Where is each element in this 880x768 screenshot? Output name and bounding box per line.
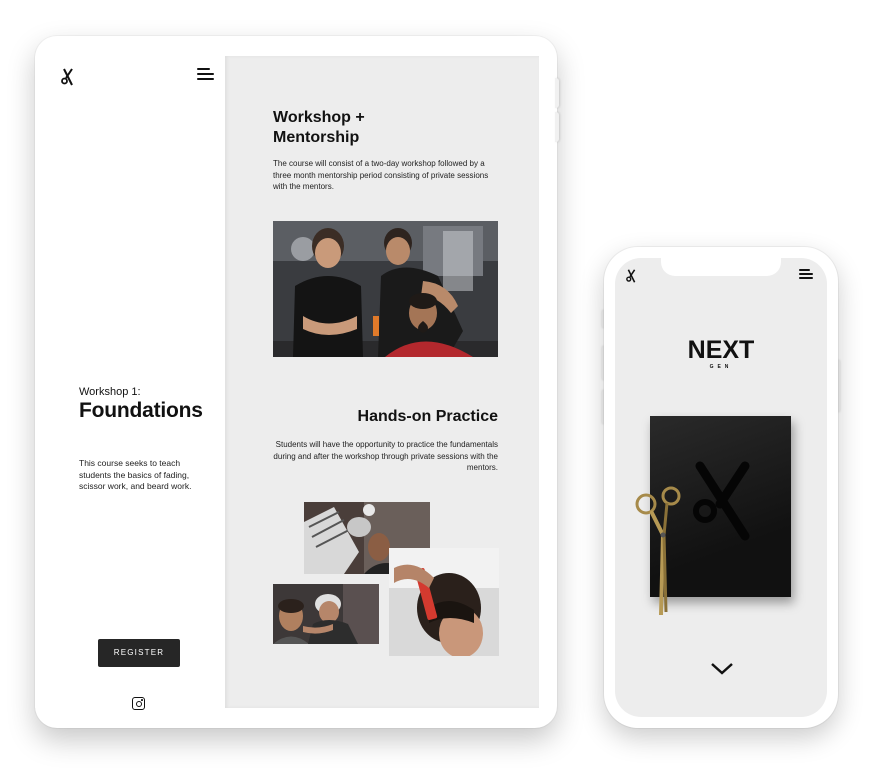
register-button[interactable]: REGISTER [98,639,180,667]
instagram-icon[interactable] [132,697,145,710]
menu-icon[interactable] [197,68,214,82]
mentorship-description: The course will consist of a two-day wor… [273,159,489,191]
workshop-title: Foundations [79,399,203,422]
scissors-logo-icon[interactable] [61,68,75,89]
tablet-side-button [555,78,559,108]
barber-mentorship-photo [273,221,498,357]
tablet-side-button [555,112,559,142]
next-gen-logo-subtitle: GEN [709,364,733,370]
hands-on-heading: Hands-on Practice [357,408,498,425]
hands-on-description: Students will have the opportunity to pr… [273,440,498,472]
phone-screen: NEXT GEN [615,258,827,717]
menu-icon[interactable] [799,269,813,281]
chevron-down-icon[interactable] [711,663,733,675]
scissors-icon [633,480,688,620]
mentorship-heading: Workshop + Mentorship [273,109,365,146]
phone-mockup: NEXT GEN [604,247,838,728]
next-gen-logo: NEXT [687,336,755,364]
workshop-eyebrow: Workshop 1: [79,386,141,398]
workshop-description: This course seeks to teach students the … [79,458,192,491]
scissors-logo-icon[interactable] [626,268,637,286]
tablet-mockup: Workshop 1: Foundations This course seek… [35,36,557,728]
phone-notch [661,258,781,276]
collage-photo-2 [389,548,499,656]
collage-photo-3 [273,584,379,644]
tablet-left-panel: Workshop 1: Foundations This course seek… [35,56,225,710]
